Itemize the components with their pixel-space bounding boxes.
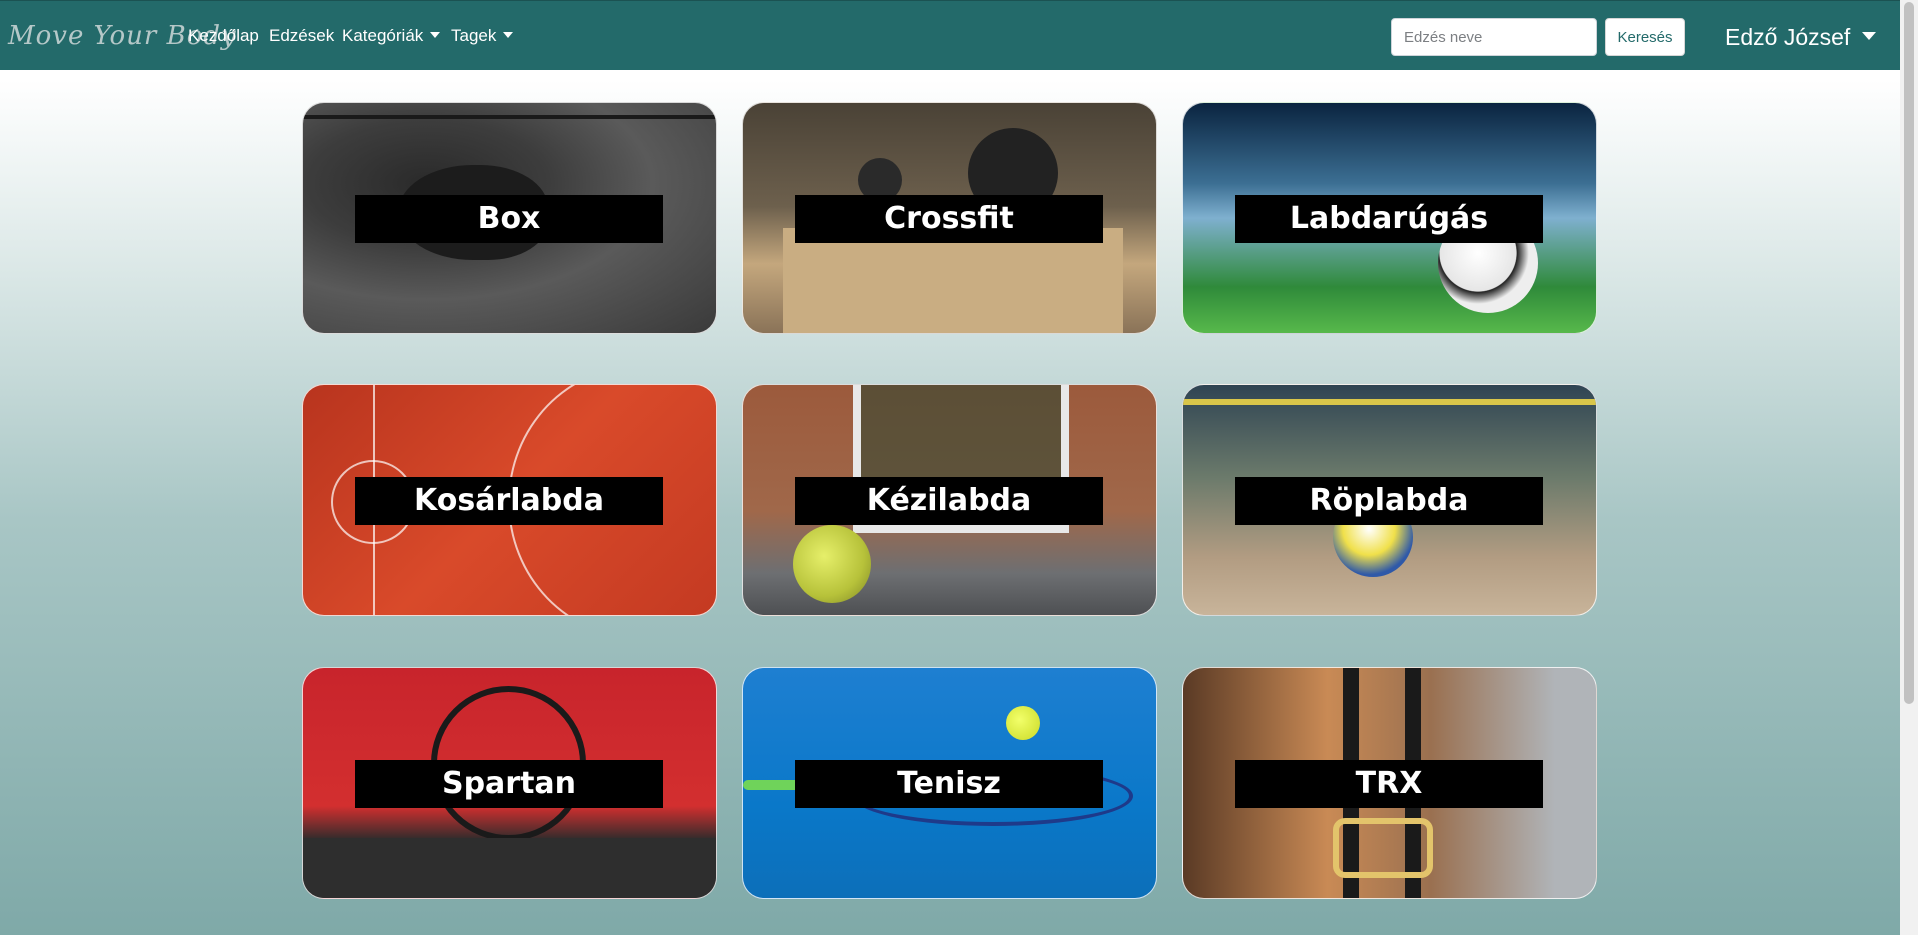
category-card-label: Box <box>355 195 663 243</box>
category-card-label: Tenisz <box>795 760 1103 808</box>
handball-image <box>793 525 871 603</box>
top-navbar: Move Your Body Kezdőlap Edzések Kategóri… <box>0 0 1900 70</box>
boxing-ring-rope <box>303 115 716 119</box>
category-card-label: TRX <box>1235 760 1543 808</box>
category-card-crossfit[interactable]: Crossfit <box>742 102 1157 334</box>
nav-dropdown-categories[interactable]: Kategóriák <box>342 25 441 47</box>
nav-dropdown-tags[interactable]: Tagek <box>451 25 514 47</box>
chevron-down-icon <box>503 32 514 38</box>
nav-link-home[interactable]: Kezdőlap <box>188 25 259 47</box>
nav-tags-label: Tagek <box>451 26 497 45</box>
category-card-volleyball[interactable]: Röplabda <box>1182 384 1597 616</box>
category-card-label: Spartan <box>355 760 663 808</box>
category-card-label: Röplabda <box>1235 477 1543 525</box>
trx-handle-image <box>1333 818 1433 878</box>
category-card-trx[interactable]: TRX <box>1182 667 1597 899</box>
category-card-handball[interactable]: Kézilabda <box>742 384 1157 616</box>
category-card-label: Kosárlabda <box>355 477 663 525</box>
category-card-spartan[interactable]: Spartan <box>302 667 717 899</box>
category-card-tennis[interactable]: Tenisz <box>742 667 1157 899</box>
category-card-football[interactable]: Labdarúgás <box>1182 102 1597 334</box>
brand-logo[interactable]: Move Your Body <box>8 13 236 59</box>
chevron-down-icon <box>430 32 441 38</box>
plyo-box-image <box>783 228 1123 333</box>
category-card-box[interactable]: Box <box>302 102 717 334</box>
user-menu-dropdown[interactable]: Edző József <box>1725 23 1877 51</box>
category-card-label: Crossfit <box>795 195 1103 243</box>
volleyball-net <box>1183 399 1596 405</box>
user-name: Edző József <box>1725 24 1851 50</box>
search-button[interactable]: Keresés <box>1605 18 1685 56</box>
nav-link-workouts[interactable]: Edzések <box>269 25 334 47</box>
scrollbar-thumb[interactable] <box>1904 2 1914 704</box>
chevron-down-icon <box>1862 32 1877 40</box>
nav-categories-label: Kategóriák <box>342 26 424 45</box>
category-card-basketball[interactable]: Kosárlabda <box>302 384 717 616</box>
category-card-label: Kézilabda <box>795 477 1103 525</box>
mountain-silhouette <box>303 838 716 898</box>
search-input[interactable] <box>1391 18 1597 56</box>
tennis-ball-image <box>1006 706 1040 740</box>
category-card-label: Labdarúgás <box>1235 195 1543 243</box>
